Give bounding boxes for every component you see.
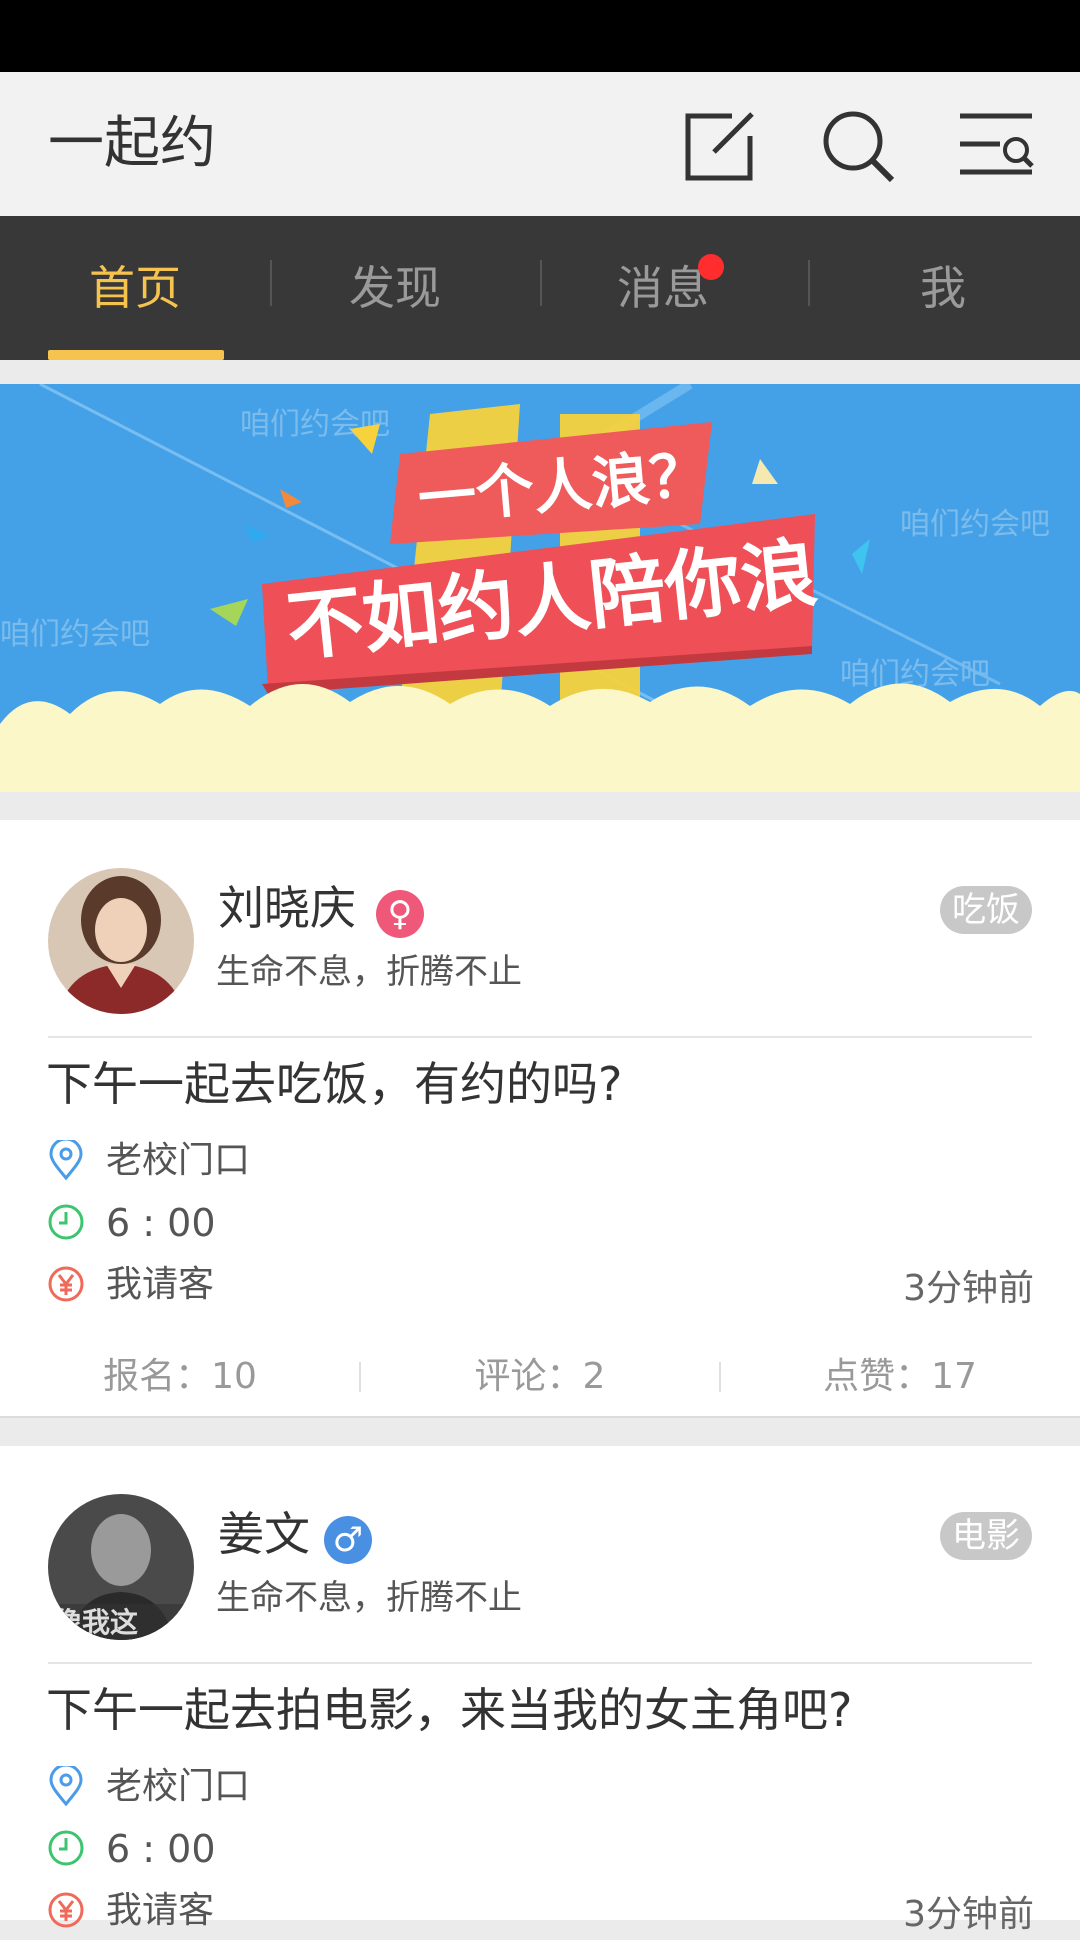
unread-dot: [698, 254, 724, 280]
tab-messages[interactable]: 消息: [528, 216, 798, 360]
tab-discover[interactable]: 发现: [260, 216, 530, 360]
avatar-caption: 像我这: [54, 1606, 138, 1639]
menu-search-icon[interactable]: [958, 108, 1034, 184]
divider: [48, 1036, 1032, 1038]
yuan-icon: [48, 1892, 84, 1928]
time-text: 6 : 00: [106, 1201, 216, 1245]
payment-text: 我请客: [106, 1890, 215, 1931]
male-icon: ♂: [324, 1516, 372, 1564]
avatar[interactable]: 像我这: [48, 1494, 194, 1640]
location-icon: [49, 1766, 83, 1806]
like-count[interactable]: 点赞：17: [720, 1352, 1080, 1402]
status-bar: [0, 0, 1080, 72]
time-ago: 3分钟前: [903, 1894, 1034, 1935]
post-username[interactable]: 姜文: [218, 1504, 310, 1564]
banner-watermark: 咱们约会吧: [0, 617, 150, 652]
card-border: [0, 1416, 1080, 1418]
post-username[interactable]: 刘晓庆: [218, 878, 356, 938]
post-card[interactable]: 刘晓庆 ♀ 生命不息，折腾不止 吃饭 下午一起去吃饭，有约的吗? 老校门口 6 …: [0, 820, 1080, 1418]
tab-home[interactable]: 首页: [0, 216, 270, 360]
post-motto: 生命不息，折腾不止: [216, 952, 522, 992]
post-title: 下午一起去拍电影，来当我的女主角吧?: [46, 1683, 853, 1737]
payment-text: 我请客: [106, 1264, 215, 1305]
app-header: 一起约: [0, 72, 1080, 216]
comment-count[interactable]: 评论：2: [360, 1352, 720, 1402]
female-icon: ♀: [376, 890, 424, 938]
location-text: 老校门口: [106, 1766, 251, 1807]
tab-divider: [270, 260, 272, 306]
post-motto: 生命不息，折腾不止: [216, 1578, 522, 1618]
tab-me[interactable]: 我: [808, 216, 1078, 360]
signup-count[interactable]: 报名：10: [0, 1352, 360, 1402]
compose-icon[interactable]: [680, 108, 756, 184]
location-icon: [49, 1140, 83, 1180]
divider: [48, 1662, 1032, 1664]
location-text: 老校门口: [106, 1140, 251, 1181]
tab-divider: [540, 260, 542, 306]
category-badge: 电影: [940, 1512, 1032, 1560]
clock-icon: [48, 1204, 84, 1240]
time-text: 6 : 00: [106, 1827, 216, 1871]
post-card[interactable]: 像我这 姜文 ♂ 生命不息，折腾不止 电影 下午一起去拍电影，来当我的女主角吧?…: [0, 1446, 1080, 1935]
category-badge: 吃饭: [940, 886, 1032, 934]
app-title: 一起约: [48, 111, 216, 176]
avatar[interactable]: [48, 868, 194, 1014]
post-title: 下午一起去吃饭，有约的吗?: [46, 1057, 623, 1111]
search-icon[interactable]: [820, 108, 896, 184]
yuan-icon: [48, 1266, 84, 1302]
clock-icon: [48, 1830, 84, 1866]
active-tab-indicator: [48, 350, 224, 360]
tab-divider: [808, 260, 810, 306]
banner-watermark: 咱们约会吧: [900, 507, 1050, 542]
promo-banner[interactable]: 咱们约会吧 咱们约会吧 咱们约会吧 咱们约会吧 一个人浪？ 不如约人陪你浪: [0, 384, 1080, 792]
time-ago: 3分钟前: [903, 1268, 1034, 1309]
